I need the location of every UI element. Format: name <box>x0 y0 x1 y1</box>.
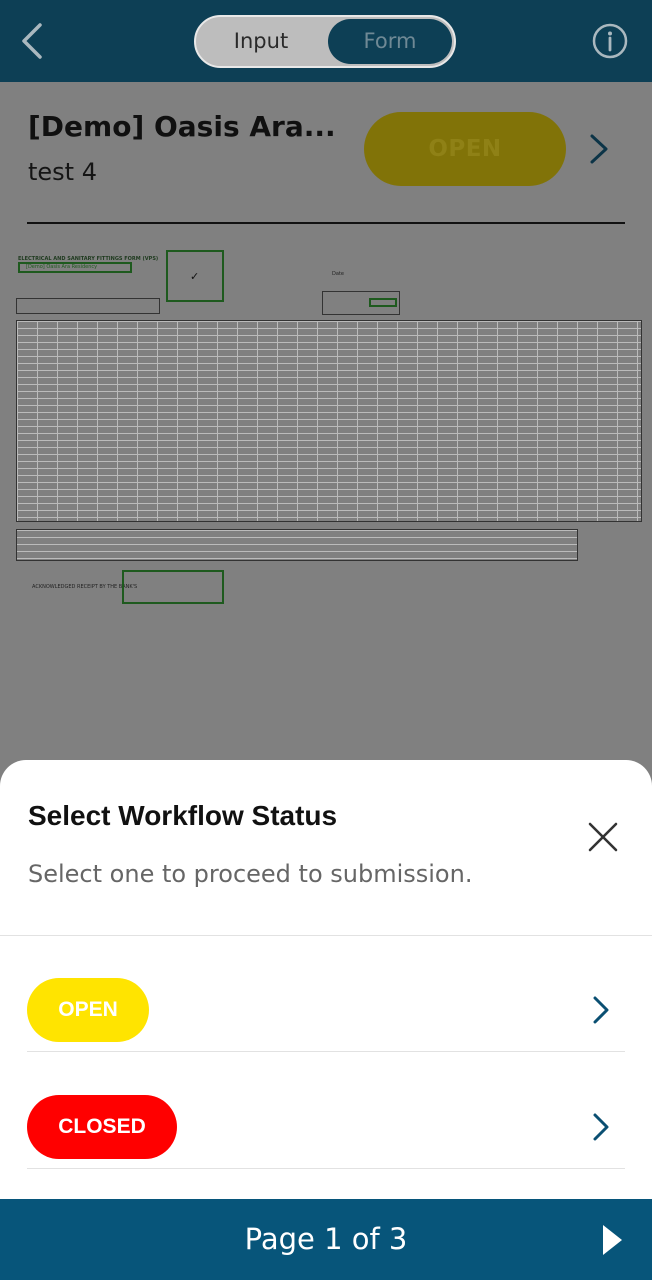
page-footer: Page 1 of 3 <box>0 1199 652 1280</box>
chevron-right-icon[interactable] <box>590 994 612 1026</box>
remarks-table <box>16 529 578 561</box>
project-name-box: [Demo] Oasis Ara Residency <box>18 262 132 273</box>
status-option-closed[interactable]: CLOSED <box>0 1053 652 1169</box>
form-subtitle: test 4 <box>28 158 97 186</box>
row-divider <box>27 1051 625 1052</box>
form-title: [Demo] Oasis Ara... <box>28 110 336 143</box>
status-pill-closed[interactable]: CLOSED <box>27 1095 177 1159</box>
close-icon[interactable] <box>586 820 620 854</box>
status-badge[interactable]: OPEN <box>364 112 566 186</box>
row-divider <box>27 1168 625 1169</box>
chevron-right-icon[interactable] <box>590 1111 612 1143</box>
chevron-left-icon[interactable] <box>14 20 54 62</box>
fittings-table <box>16 320 642 522</box>
status-highlight-box <box>369 298 397 307</box>
page-indicator: Page 1 of 3 <box>244 1222 408 1256</box>
status-option-open[interactable]: OPEN <box>0 936 652 1052</box>
project-name: [Demo] Oasis Ara Residency <box>26 264 98 270</box>
info-table-left <box>16 298 160 314</box>
tab-form[interactable]: Form <box>328 19 452 64</box>
info-icon[interactable] <box>592 23 628 59</box>
workflow-status-sheet: Select Workflow Status Select one to pro… <box>0 760 652 1200</box>
sheet-subtitle: Select one to proceed to submission. <box>28 860 473 888</box>
sheet-title: Select Workflow Status <box>28 800 338 831</box>
document-preview: ELECTRICAL AND SANITARY FITTINGS FORM (V… <box>12 240 642 620</box>
chevron-right-icon[interactable] <box>586 132 612 166</box>
input-form-toggle: Input Form <box>194 15 456 68</box>
date-label: Date <box>332 271 344 277</box>
status-pill-open[interactable]: OPEN <box>27 978 149 1042</box>
check-mark: ✓ <box>190 270 200 283</box>
header-divider <box>27 222 625 224</box>
signature-box <box>122 570 224 604</box>
play-next-icon[interactable] <box>600 1223 624 1257</box>
checkbox-marked: ✓ <box>166 250 224 302</box>
top-bar: Input Form <box>0 0 652 82</box>
tab-input[interactable]: Input <box>196 17 326 66</box>
